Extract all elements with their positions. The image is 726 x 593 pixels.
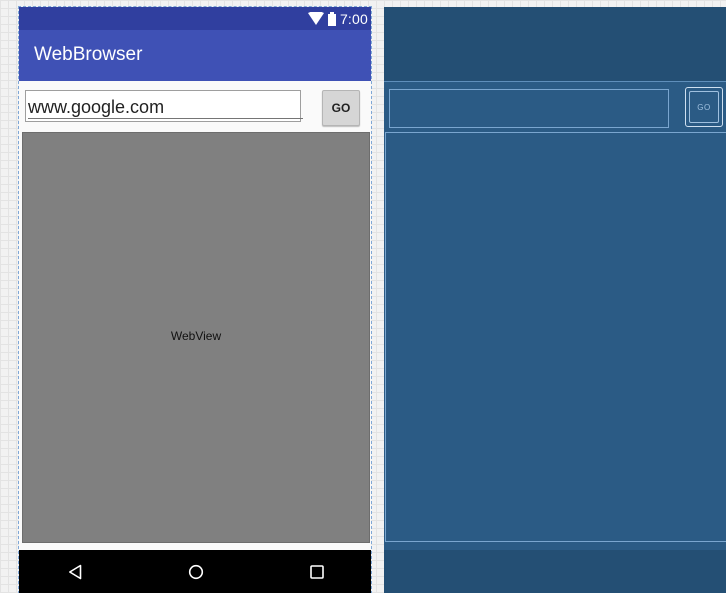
blueprint-url-input[interactable] [389, 89, 669, 128]
back-triangle-icon [69, 564, 82, 580]
home-circle-icon [188, 564, 204, 580]
nav-home-button[interactable] [176, 558, 216, 586]
blueprint-divider-top [384, 81, 726, 82]
design-surface: 7:00 WebBrowser GO WebView [18, 6, 372, 593]
go-button[interactable]: GO [322, 90, 360, 126]
status-clock: 7:00 [339, 10, 368, 27]
blueprint-go-button[interactable]: GO [685, 87, 723, 127]
webview-label: WebView [170, 329, 222, 343]
nav-recents-button[interactable] [297, 558, 337, 586]
blueprint-surface: GO [384, 7, 726, 593]
status-bar: 7:00 [19, 7, 371, 30]
battery-icon [327, 11, 336, 26]
wifi-icon [307, 11, 324, 25]
status-icons: 7:00 [307, 9, 368, 28]
app-bar: WebBrowser [19, 30, 371, 81]
recents-square-icon [310, 565, 324, 579]
url-row: GO [19, 81, 371, 133]
url-input-underline [28, 118, 303, 119]
blueprint-webview[interactable] [385, 132, 726, 542]
app-title: WebBrowser [34, 44, 143, 65]
nav-back-button[interactable] [55, 558, 95, 586]
navigation-bar [19, 550, 371, 593]
blueprint-app-bar [384, 7, 726, 81]
webview[interactable]: WebView [22, 132, 370, 543]
blueprint-navigation-bar [384, 550, 726, 593]
blueprint-go-label: GO [689, 91, 719, 123]
